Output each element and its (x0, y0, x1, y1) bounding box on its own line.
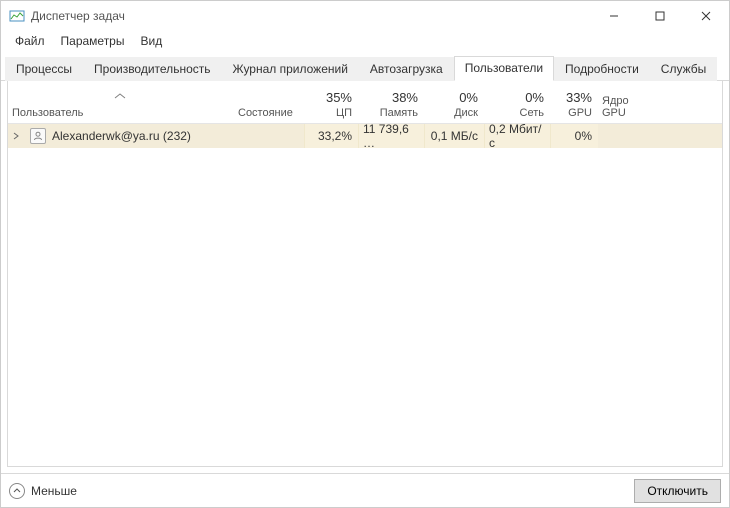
rows-container: Alexanderwk@ya.ru (232) 33,2% 11 739,6 …… (8, 124, 722, 466)
row-disk: 0,1 МБ/с (424, 124, 484, 148)
fewer-details-button[interactable]: Меньше (9, 483, 77, 499)
menu-options[interactable]: Параметры (55, 32, 131, 50)
disconnect-button[interactable]: Отключить (634, 479, 721, 503)
row-mem: 11 739,6 … (358, 124, 424, 148)
app-icon (9, 8, 25, 24)
row-state (234, 124, 304, 148)
row-cpu: 33,2% (304, 124, 358, 148)
col-net-pct: 0% (488, 90, 544, 105)
menu-file[interactable]: Файл (9, 32, 51, 50)
col-disk-label: Диск (428, 107, 478, 119)
row-net: 0,2 Мбит/с (484, 124, 550, 148)
fewer-details-label: Меньше (31, 484, 77, 498)
menu-view[interactable]: Вид (134, 32, 168, 50)
col-gpu-pct: 33% (554, 90, 592, 105)
col-state-label: Состояние (238, 107, 298, 119)
sort-chevron-up-icon (114, 88, 126, 102)
tab-processes[interactable]: Процессы (5, 57, 83, 81)
expand-chevron-icon[interactable] (12, 129, 24, 143)
col-cpu-label: ЦП (308, 107, 352, 119)
close-button[interactable] (683, 1, 729, 31)
col-gpu-engine[interactable]: Ядро GPU (598, 80, 658, 123)
column-headers: Пользователь Состояние 35% ЦП 38% Память… (8, 80, 722, 124)
col-mem-label: Память (362, 107, 418, 119)
minimize-button[interactable] (591, 1, 637, 31)
col-state[interactable]: Состояние (234, 80, 304, 123)
chevron-up-circle-icon (9, 483, 25, 499)
tab-users[interactable]: Пользователи (454, 56, 554, 81)
window-title: Диспетчер задач (31, 9, 125, 23)
col-net-label: Сеть (488, 107, 544, 119)
col-cpu[interactable]: 35% ЦП (304, 80, 358, 123)
col-gpue-label: Ядро GPU (602, 95, 652, 119)
tab-app-history[interactable]: Журнал приложений (222, 57, 359, 81)
menubar: Файл Параметры Вид (1, 31, 729, 51)
tabbar: Процессы Производительность Журнал прило… (1, 55, 729, 81)
footer: Меньше Отключить (1, 473, 729, 507)
tab-startup[interactable]: Автозагрузка (359, 57, 454, 81)
tab-details[interactable]: Подробности (554, 57, 650, 81)
titlebar: Диспетчер задач (1, 1, 729, 31)
col-user-label: Пользователь (12, 107, 228, 119)
col-gpu-label: GPU (554, 107, 592, 119)
content-area: Пользователь Состояние 35% ЦП 38% Память… (7, 80, 723, 467)
maximize-button[interactable] (637, 1, 683, 31)
tab-performance[interactable]: Производительность (83, 57, 221, 81)
row-user: Alexanderwk@ya.ru (232) (52, 129, 191, 143)
col-disk[interactable]: 0% Диск (424, 80, 484, 123)
row-gpu: 0% (550, 124, 598, 148)
col-cpu-pct: 35% (308, 90, 352, 105)
col-gpu[interactable]: 33% GPU (550, 80, 598, 123)
col-disk-pct: 0% (428, 90, 478, 105)
table-row[interactable]: Alexanderwk@ya.ru (232) 33,2% 11 739,6 …… (8, 124, 722, 148)
col-mem-pct: 38% (362, 90, 418, 105)
user-icon (30, 128, 46, 144)
row-gpue (598, 124, 658, 148)
col-user[interactable]: Пользователь (8, 80, 234, 123)
col-net[interactable]: 0% Сеть (484, 80, 550, 123)
col-mem[interactable]: 38% Память (358, 80, 424, 123)
tab-services[interactable]: Службы (650, 57, 717, 81)
